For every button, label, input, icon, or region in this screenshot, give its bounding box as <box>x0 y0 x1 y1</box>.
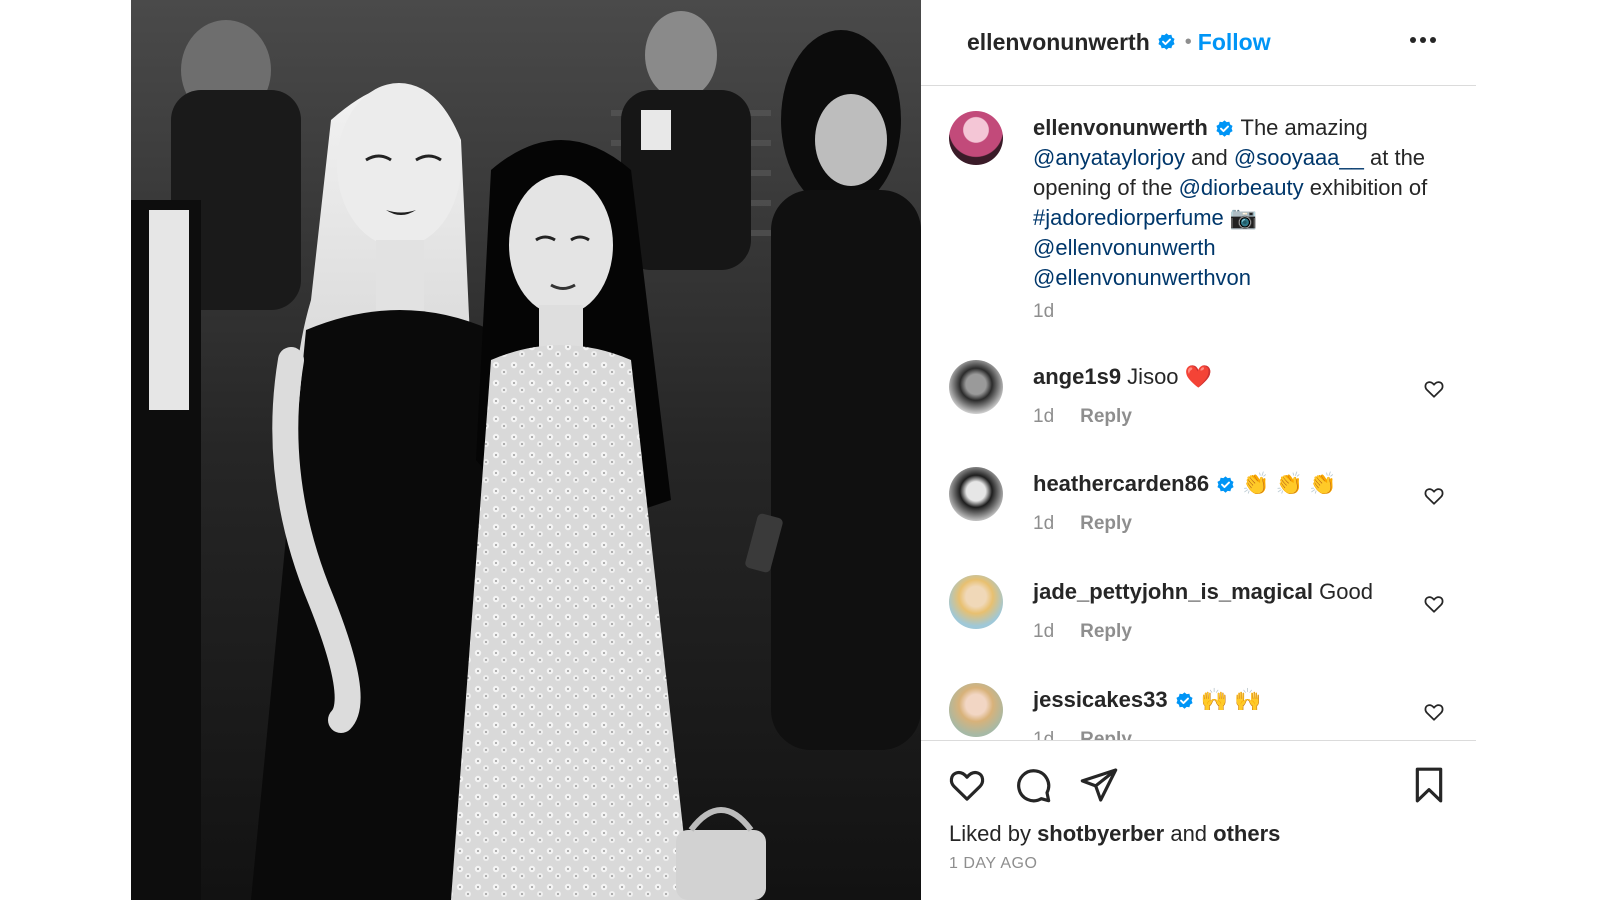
mention-link[interactable]: @ellenvonunwerthvon <box>1033 265 1251 290</box>
commenter-avatar[interactable] <box>949 683 1003 737</box>
mention-link[interactable]: @anyataylorjoy <box>1033 145 1185 170</box>
mention-link[interactable]: @sooyaaa__ <box>1234 145 1364 170</box>
post-caption: ellenvonunwerth The amazing @anyataylorj… <box>1033 113 1453 293</box>
comment-emoji: ❤️ <box>1184 364 1213 389</box>
comment-item: heathercarden86 👏 👏 👏 1d Reply <box>921 467 1476 567</box>
commenter-username[interactable]: heathercarden86 <box>1033 471 1209 496</box>
comment-text: Jisoo <box>1121 364 1185 389</box>
caption-text: exhibition of <box>1303 175 1428 200</box>
commenter-username[interactable]: ange1s9 <box>1033 364 1121 389</box>
author-avatar[interactable] <box>949 111 1003 165</box>
header-separator: • <box>1184 31 1192 53</box>
comments-scroll-area[interactable]: ellenvonunwerth The amazing @anyataylorj… <box>921 87 1476 740</box>
caption-timestamp: 1d <box>1033 301 1055 322</box>
comment-timestamp: 1d <box>1033 513 1055 534</box>
comment-icon[interactable] <box>1013 765 1053 805</box>
post-photo[interactable] <box>131 0 921 900</box>
post-age: 1 DAY AGO <box>949 855 1038 872</box>
author-username[interactable]: ellenvonunwerth <box>967 29 1150 56</box>
comment-timestamp: 1d <box>1033 621 1055 642</box>
caption-text: The amazing <box>1234 115 1368 140</box>
liked-others-link[interactable]: others <box>1213 821 1280 846</box>
liked-middle: and <box>1164 821 1214 846</box>
liked-by-line: Liked by shotbyerber and others <box>949 821 1280 847</box>
reply-button[interactable]: Reply <box>1080 406 1132 427</box>
comment-timestamp: 1d <box>1033 729 1055 740</box>
reply-button[interactable]: Reply <box>1080 729 1132 740</box>
post-actions-bar: Liked by shotbyerber and others 1 DAY AG… <box>921 740 1476 900</box>
verified-badge-icon <box>1217 476 1234 493</box>
post-side-panel: ellenvonunwerth • Follow ellenvonunwerth… <box>921 0 1476 900</box>
commenter-username[interactable]: jade_pettyjohn_is_magical <box>1033 579 1313 604</box>
reply-button[interactable]: Reply <box>1080 621 1132 642</box>
share-icon[interactable] <box>1079 765 1119 805</box>
caption-text: and <box>1184 145 1234 170</box>
heart-icon[interactable] <box>1423 378 1445 400</box>
commenter-username[interactable]: jessicakes33 <box>1033 687 1168 712</box>
reply-button[interactable]: Reply <box>1080 513 1132 534</box>
commenter-avatar[interactable] <box>949 575 1003 629</box>
commenter-avatar[interactable] <box>949 360 1003 414</box>
camera-emoji: 📷 <box>1229 205 1258 230</box>
hashtag-link[interactable]: #jadorediorperfume <box>1033 205 1224 230</box>
post-header: ellenvonunwerth • Follow <box>921 0 1476 86</box>
comment-timestamp: 1d <box>1033 406 1055 427</box>
bookmark-icon[interactable] <box>1409 765 1449 805</box>
heart-icon[interactable] <box>1423 593 1445 615</box>
verified-badge-icon <box>1158 33 1175 50</box>
mention-link[interactable]: @ellenvonunwerth <box>1033 235 1216 260</box>
like-heart-icon[interactable] <box>947 765 987 805</box>
caption-username[interactable]: ellenvonunwerth <box>1033 115 1208 140</box>
more-options-icon[interactable] <box>1410 30 1440 50</box>
liked-prefix: Liked by <box>949 821 1038 846</box>
comment-emoji: 🙌 🙌 <box>1200 687 1262 712</box>
heart-icon[interactable] <box>1423 485 1445 507</box>
comment-emoji: 👏 👏 👏 <box>1242 471 1337 496</box>
verified-badge-icon <box>1176 692 1193 709</box>
verified-badge-icon <box>1216 120 1233 137</box>
heart-icon[interactable] <box>1423 701 1445 723</box>
comment-item: jade_pettyjohn_is_magical Good 1d Reply <box>921 575 1476 675</box>
comment-text: Good <box>1313 579 1373 604</box>
comment-item: ange1s9 Jisoo ❤️ 1d Reply <box>921 360 1476 460</box>
comment-item: jessicakes33 🙌 🙌 1d Reply <box>921 683 1476 740</box>
liked-by-user-link[interactable]: shotbyerber <box>1037 821 1164 846</box>
photo-illustration <box>131 0 921 900</box>
commenter-avatar[interactable] <box>949 467 1003 521</box>
follow-button[interactable]: Follow <box>1198 29 1271 56</box>
mention-link[interactable]: @diorbeauty <box>1179 175 1304 200</box>
